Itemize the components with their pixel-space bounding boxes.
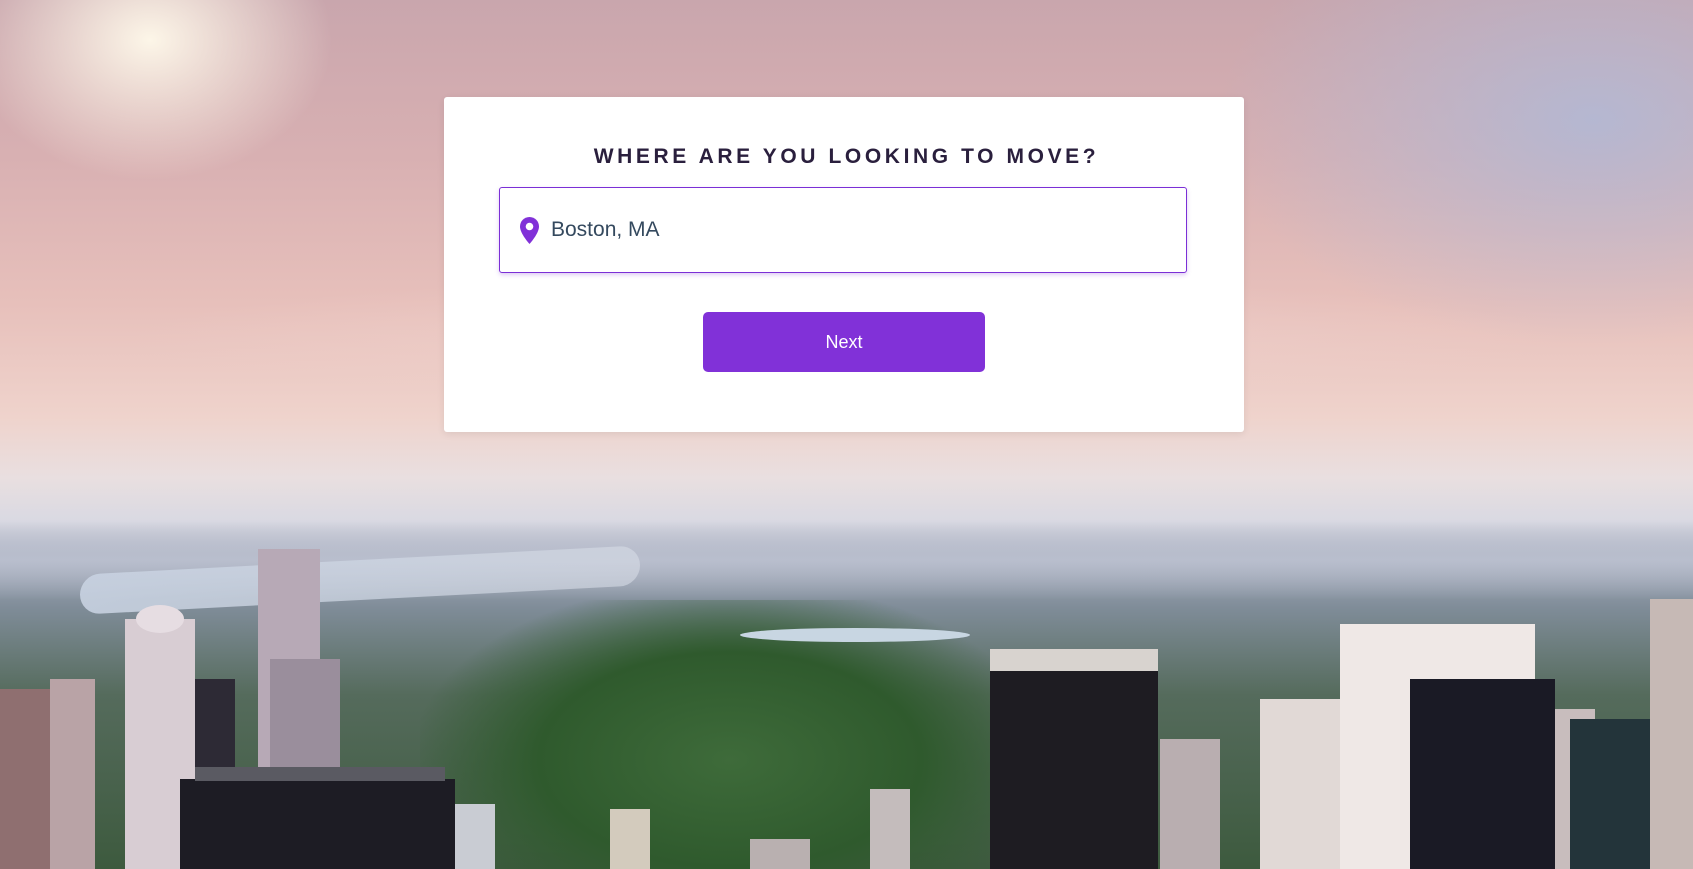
map-pin-icon xyxy=(520,217,539,244)
skyline-buildings xyxy=(0,549,1693,869)
location-input-wrapper[interactable] xyxy=(499,187,1187,273)
next-button[interactable]: Next xyxy=(703,312,985,372)
location-input[interactable] xyxy=(551,210,1151,250)
page-title: WHERE ARE YOU LOOKING TO MOVE? xyxy=(593,145,1100,168)
